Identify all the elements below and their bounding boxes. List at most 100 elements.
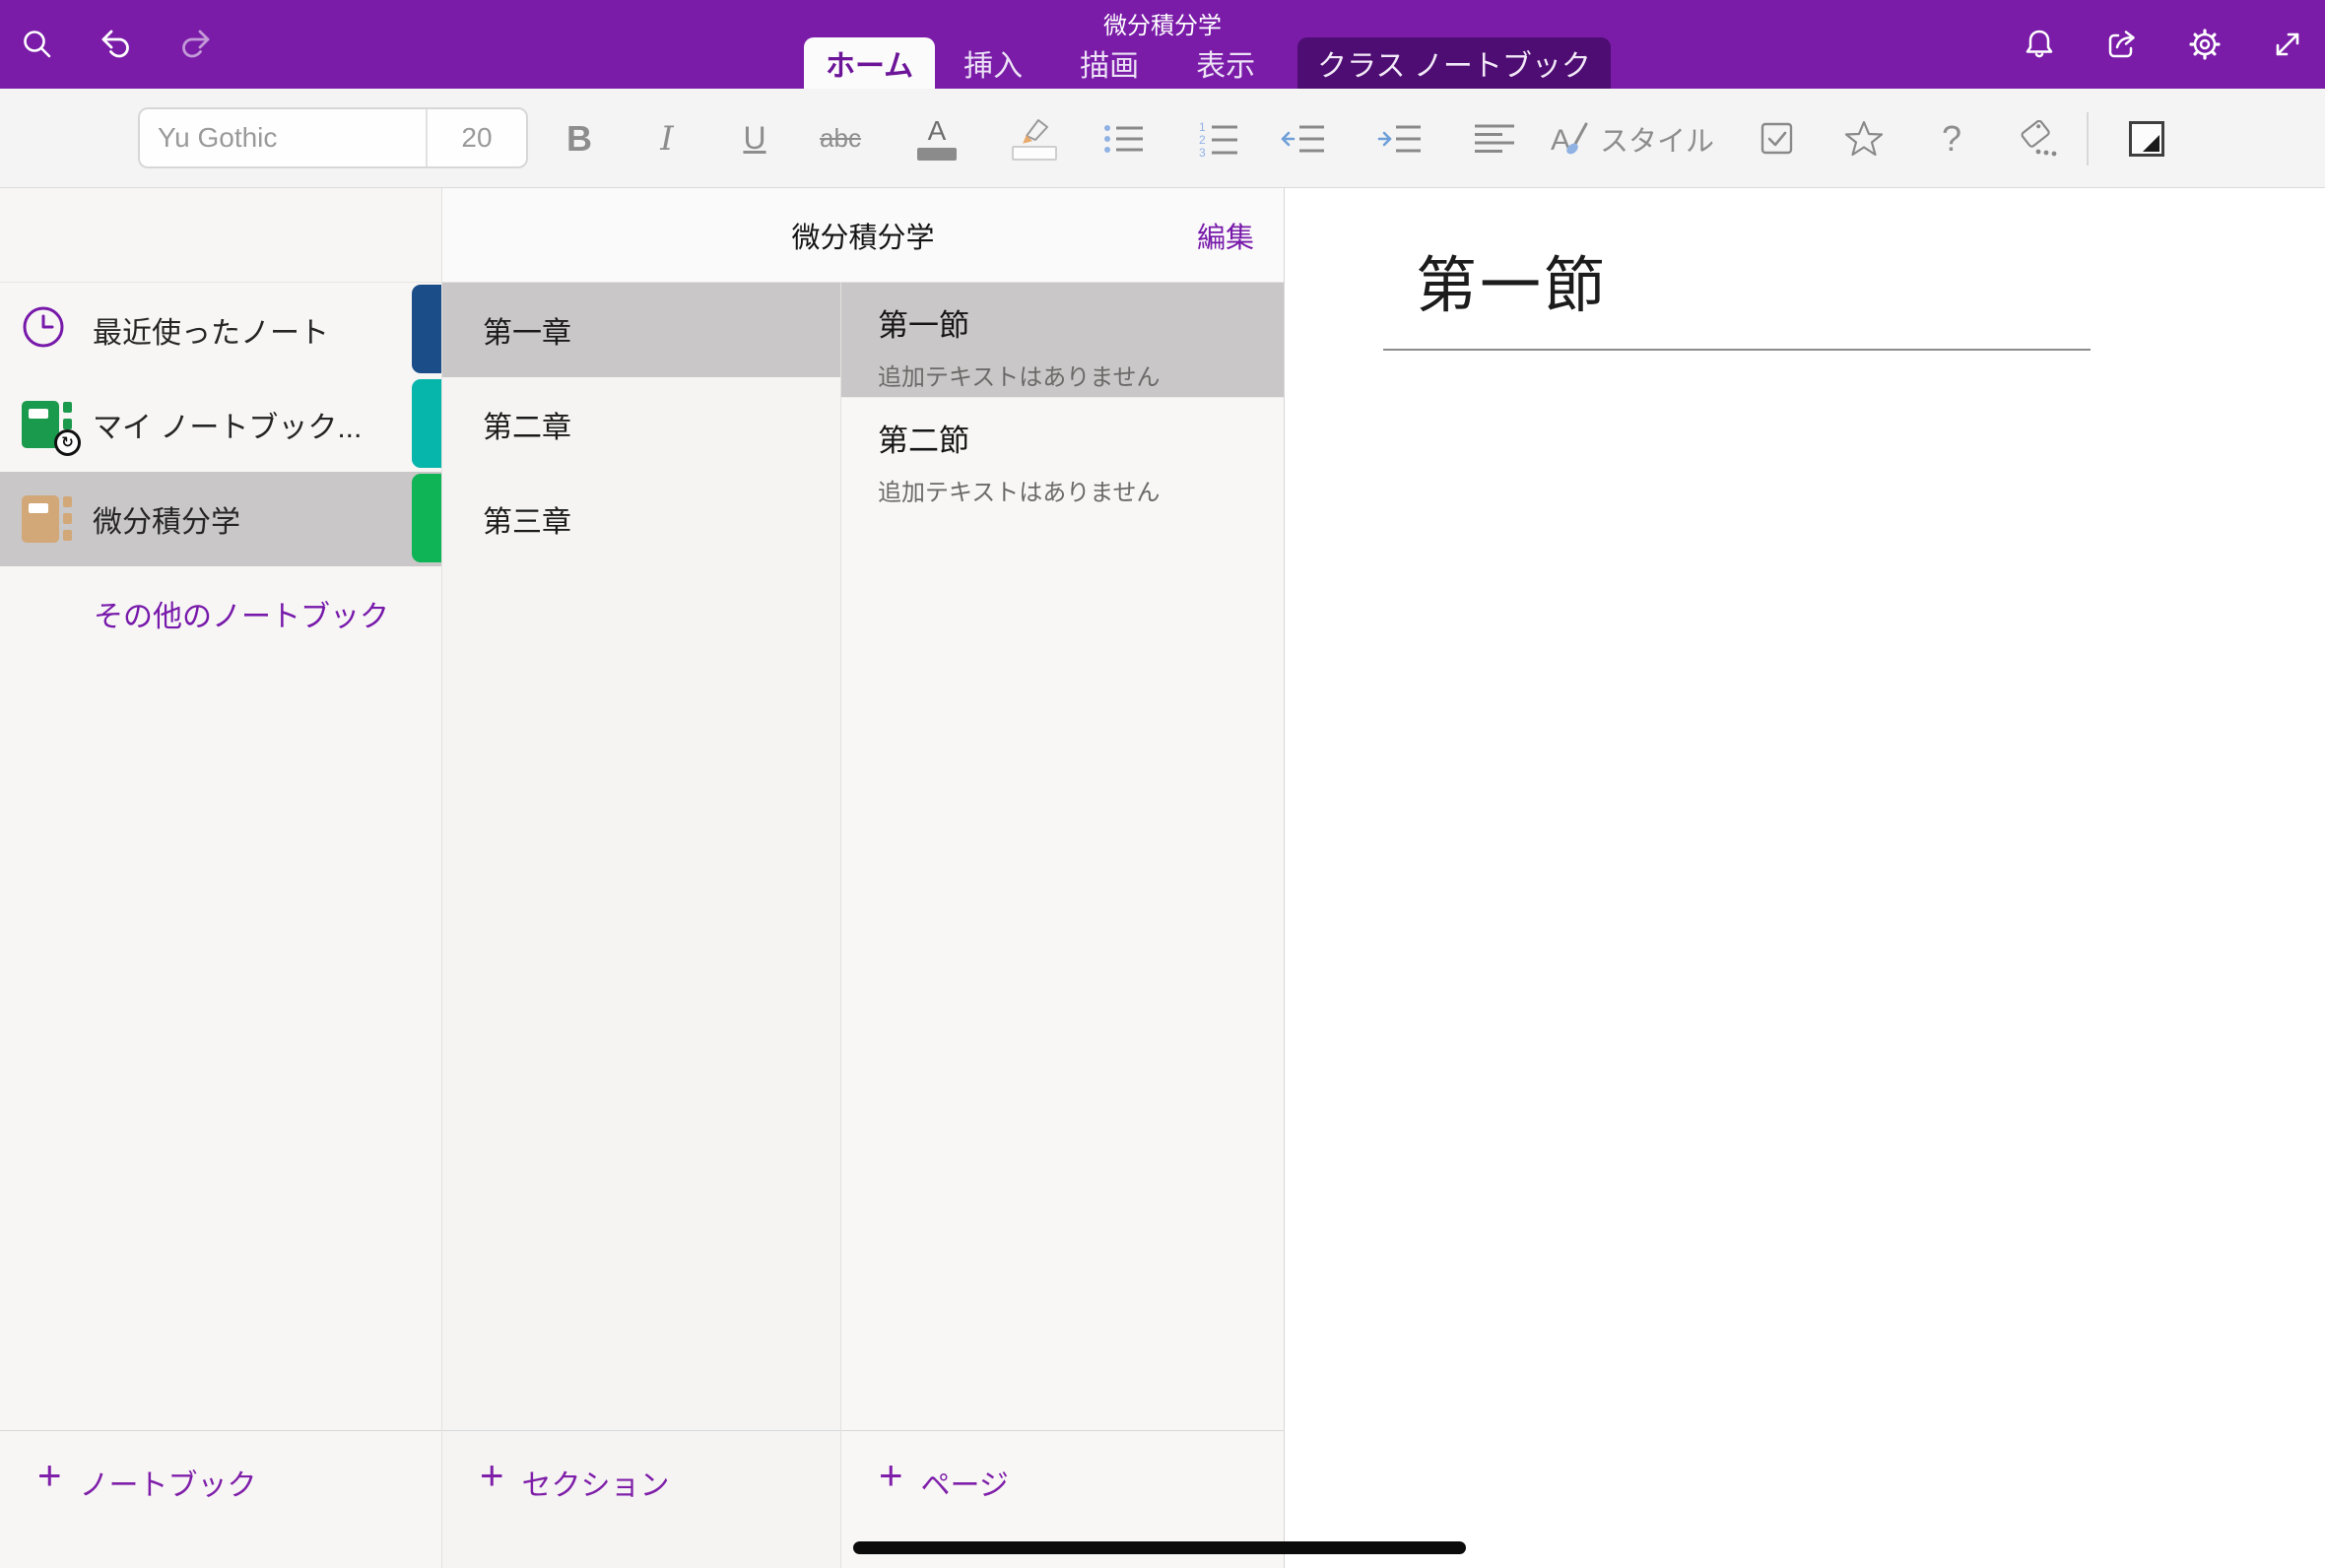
- sidebar-item-my-notebook[interactable]: ↻ マイ ノートブック...: [0, 377, 441, 472]
- tab-insert[interactable]: 挿入: [935, 37, 1051, 89]
- settings-gear-icon[interactable]: [2187, 27, 2223, 62]
- bulleted-list-button[interactable]: [1087, 89, 1162, 188]
- numbered-list-button[interactable]: 123: [1181, 89, 1256, 188]
- page-content-title[interactable]: 第一節: [1416, 235, 1608, 324]
- question-mark-icon: [1942, 118, 1961, 160]
- column-divider: [441, 188, 442, 1568]
- page-canvas[interactable]: 第一節: [1285, 188, 2325, 1568]
- page-view-button[interactable]: [2109, 89, 2184, 188]
- section-label: 第二章: [483, 403, 571, 446]
- tab-insert-label: 挿入: [963, 41, 1023, 85]
- highlighter-swatch: [1012, 146, 1057, 161]
- share-icon[interactable]: [2104, 27, 2140, 62]
- page-title: 第二節: [878, 398, 1284, 460]
- sidebar-item-label: 微分積分学: [93, 497, 240, 541]
- strikethrough-button[interactable]: abc: [803, 89, 878, 188]
- section-item-chapter1[interactable]: 第一章: [442, 283, 840, 377]
- home-indicator[interactable]: [853, 1541, 1466, 1554]
- section-list: 第一章 第二章 第三章: [442, 283, 840, 1430]
- tab-draw[interactable]: 描画: [1051, 37, 1167, 89]
- page-item-section1[interactable]: 第一節 追加テキストはありません: [841, 283, 1284, 397]
- formatting-toolbar: Yu Gothic 20 abc A 123: [0, 89, 2325, 188]
- font-name-value[interactable]: Yu Gothic: [140, 122, 426, 154]
- page-subtitle: 追加テキストはありません: [878, 358, 1284, 392]
- section-label: 第一章: [483, 308, 571, 352]
- titlebar-right-icons: [2022, 0, 2305, 89]
- outdent-button[interactable]: [1266, 89, 1341, 188]
- outdent-icon: [1281, 121, 1326, 157]
- section-item-chapter3[interactable]: 第三章: [442, 472, 840, 566]
- section-color-tab: [412, 379, 442, 468]
- sidebar-item-label: マイ ノートブック...: [93, 403, 362, 446]
- page-title: 第一節: [878, 283, 1284, 345]
- highlighter-button[interactable]: [997, 89, 1072, 188]
- section-item-chapter2[interactable]: 第二章: [442, 377, 840, 472]
- onenote-app: 微分積分学 ホーム 挿入 描画 表示 クラス ノートブック: [0, 0, 2325, 1568]
- bold-icon: [566, 118, 592, 160]
- indent-button[interactable]: [1362, 89, 1437, 188]
- notebook-green-icon: ↻: [20, 398, 75, 451]
- add-notebook-button[interactable]: + ノートブック: [0, 1431, 441, 1568]
- italic-icon: [660, 119, 673, 159]
- edit-button[interactable]: 編集: [1197, 215, 1254, 256]
- tab-class-notebook-label: クラス ノートブック: [1317, 41, 1591, 85]
- add-section-label: セクション: [522, 1461, 670, 1568]
- tab-draw-label: 描画: [1080, 41, 1139, 85]
- page-item-section2[interactable]: 第二節 追加テキストはありません: [841, 397, 1284, 511]
- todo-checkbox-icon: [1760, 121, 1795, 157]
- bulleted-list-icon: [1102, 121, 1146, 157]
- ribbon-tab-strip: ホーム 挿入 描画 表示 クラス ノートブック: [804, 37, 1611, 89]
- tab-class-notebook[interactable]: クラス ノートブック: [1297, 37, 1611, 89]
- section-color-tab: [412, 474, 442, 562]
- page-subtitle: 追加テキストはありません: [878, 473, 1284, 507]
- sidebar-item-calculus-notebook[interactable]: 微分積分学: [0, 472, 441, 566]
- plus-icon: +: [480, 1455, 504, 1568]
- column-divider: [840, 283, 841, 1568]
- search-icon[interactable]: [20, 27, 55, 62]
- sidebar-item-recent-notes[interactable]: 最近使ったノート: [0, 283, 441, 377]
- add-section-button[interactable]: + セクション: [442, 1431, 840, 1568]
- tag-icon: [2017, 120, 2060, 158]
- column-divider: [1284, 188, 1285, 1568]
- font-size-value[interactable]: 20: [426, 109, 526, 166]
- add-notebook-label: ノートブック: [80, 1461, 257, 1568]
- styles-button[interactable]: A スタイル: [1529, 89, 1736, 188]
- numbered-list-icon: 123: [1197, 120, 1240, 158]
- alignment-button[interactable]: [1457, 89, 1532, 188]
- expand-fullscreen-icon[interactable]: [2270, 27, 2305, 62]
- star-icon: [1844, 120, 1884, 158]
- section-color-tab: [412, 285, 442, 373]
- star-tag-button[interactable]: [1827, 89, 1901, 188]
- title-bar: 微分積分学 ホーム 挿入 描画 表示 クラス ノートブック: [0, 0, 2325, 89]
- notifications-bell-icon[interactable]: [2022, 27, 2057, 62]
- strikethrough-icon: abc: [820, 123, 861, 154]
- redo-icon[interactable]: [177, 27, 213, 62]
- toolbar-divider: [2087, 112, 2089, 165]
- styles-icon: A: [1551, 120, 1590, 158]
- italic-button[interactable]: [630, 89, 704, 188]
- tags-button[interactable]: [2001, 89, 2076, 188]
- notebook-tan-icon: [20, 492, 75, 546]
- bold-button[interactable]: [542, 89, 617, 188]
- section-label: 第三章: [483, 497, 571, 541]
- document-title: 微分積分学: [0, 6, 2325, 40]
- underline-button[interactable]: [717, 89, 792, 188]
- page-list: 第一節 追加テキストはありません 第二節 追加テキストはありません: [841, 283, 1284, 1430]
- tab-view[interactable]: 表示: [1167, 37, 1284, 89]
- font-picker[interactable]: Yu Gothic 20: [138, 107, 528, 168]
- underline-icon: [743, 120, 765, 157]
- highlighter-icon: [1015, 116, 1054, 144]
- undo-icon[interactable]: [99, 27, 134, 62]
- todo-tag-button[interactable]: [1740, 89, 1815, 188]
- more-notebooks-link[interactable]: その他のノートブック: [0, 566, 441, 661]
- styles-label: スタイル: [1600, 118, 1714, 160]
- font-color-button[interactable]: A: [899, 89, 974, 188]
- tab-home[interactable]: ホーム: [804, 37, 935, 89]
- clock-icon: [20, 303, 75, 357]
- svg-text:3: 3: [1199, 146, 1206, 158]
- font-color-swatch: [917, 148, 957, 161]
- question-tag-button[interactable]: [1914, 89, 1989, 188]
- sidebar-item-label: 最近使ったノート: [93, 308, 329, 352]
- svg-text:1: 1: [1199, 120, 1206, 134]
- notebook-nav-header: 微分積分学 編集: [442, 188, 1284, 283]
